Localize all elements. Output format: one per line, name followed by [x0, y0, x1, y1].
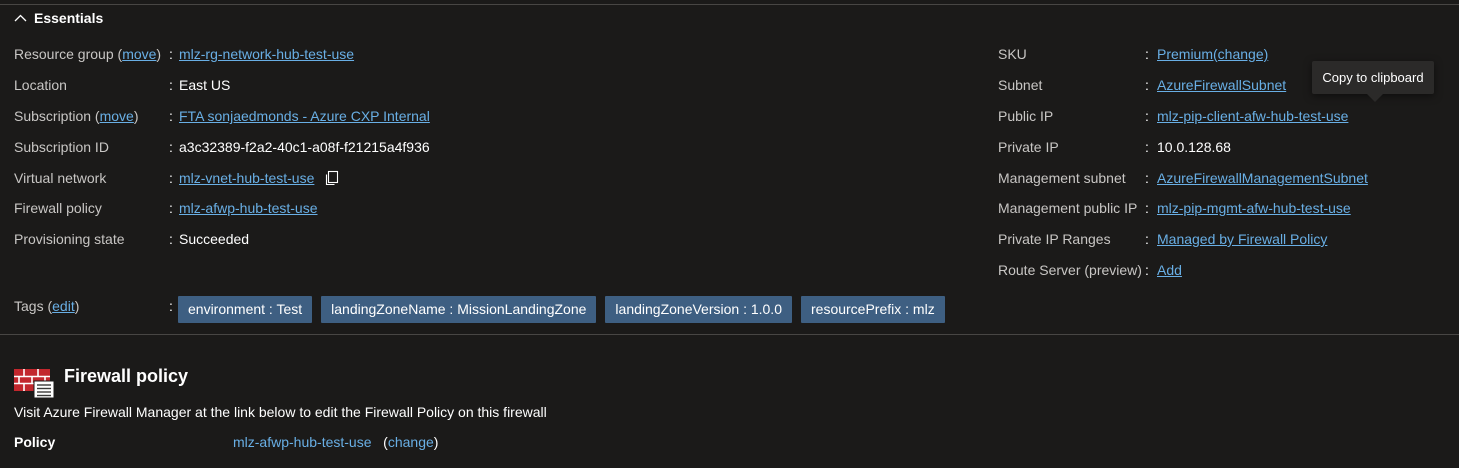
provisioning-state-value: Succeeded — [179, 231, 250, 247]
field-virtual-network: Virtual network — [14, 170, 107, 186]
policy-value: mlz-afwp-hub-test-use (change) — [233, 434, 439, 450]
firewall-icon — [14, 369, 55, 399]
tag-chip[interactable]: landingZoneName : MissionLandingZone — [321, 296, 597, 323]
resource-group-link[interactable]: mlz-rg-network-hub-test-use — [179, 44, 354, 64]
management-public-ip-link[interactable]: mlz-pip-mgmt-afw-hub-test-use — [1157, 198, 1351, 218]
tag-chip[interactable]: landingZoneVersion : 1.0.0 — [605, 296, 792, 323]
move-resource-group-link[interactable]: move — [122, 46, 156, 62]
policy-link[interactable]: mlz-afwp-hub-test-use — [233, 434, 372, 450]
public-ip-label: Public IP — [998, 108, 1054, 124]
essentials-title: Essentials — [34, 10, 104, 26]
management-subnet-link[interactable]: AzureFirewallManagementSubnet — [1157, 168, 1368, 188]
tags-list: environment : Test landingZoneName : Mis… — [178, 296, 945, 323]
change-policy-link[interactable]: change — [388, 434, 434, 450]
field-subscription-id: Subscription ID — [14, 139, 109, 155]
firewall-policy-description: Visit Azure Firewall Manager at the link… — [14, 404, 547, 420]
tag-chip[interactable]: resourcePrefix : mlz — [801, 296, 945, 323]
policy-label: Policy — [14, 434, 56, 450]
firewall-policy-heading: Firewall policy — [64, 366, 189, 386]
subnet-label: Subnet — [998, 77, 1043, 93]
subscription-link[interactable]: FTA sonjaedmonds - Azure CXP Internal — [179, 106, 430, 126]
management-subnet-label: Management subnet — [998, 170, 1126, 186]
public-ip-link[interactable]: mlz-pip-client-afw-hub-test-use — [1157, 106, 1348, 126]
field-resource-group: Resource group (move) — [14, 44, 161, 64]
field-subscription: Subscription (move) — [14, 106, 139, 126]
chevron-up-icon — [14, 14, 27, 21]
copy-icon[interactable] — [324, 170, 340, 186]
edit-tags-link[interactable]: edit — [52, 298, 75, 314]
subnet-link[interactable]: AzureFirewallSubnet — [1157, 75, 1286, 95]
firewall-policy-link[interactable]: mlz-afwp-hub-test-use — [179, 198, 318, 218]
field-label: Resource group (move) — [14, 46, 162, 62]
top-divider — [0, 4, 1459, 5]
field-location: Location — [14, 77, 67, 93]
subscription-id-value: a3c32389-f2a2-40c1-a08f-f21215a4f936 — [179, 139, 430, 155]
private-ip-label: Private IP — [998, 139, 1059, 155]
field-provisioning-state: Provisioning state — [14, 231, 125, 247]
management-public-ip-label: Management public IP — [998, 200, 1138, 216]
essentials-page: Essentials Resource group (move) : mlz-r… — [0, 0, 1459, 468]
private-ip-ranges-link[interactable]: Managed by Firewall Policy — [1157, 229, 1327, 249]
tag-chip[interactable]: environment : Test — [178, 296, 313, 323]
move-subscription-link[interactable]: move — [100, 108, 134, 124]
field-label: Subscription (move) — [14, 108, 139, 124]
field-tags: Tags (edit) — [14, 298, 80, 314]
virtual-network-link[interactable]: mlz-vnet-hub-test-use — [179, 170, 314, 186]
section-divider — [0, 334, 1459, 335]
copy-tooltip: Copy to clipboard — [1312, 61, 1434, 94]
tooltip-beak — [1367, 94, 1383, 102]
route-server-label: Route Server (preview) — [998, 262, 1142, 278]
sku-change-link[interactable]: Premium(change) — [1157, 44, 1268, 64]
essentials-toggle[interactable]: Essentials — [14, 10, 103, 26]
private-ip-ranges-label: Private IP Ranges — [998, 231, 1111, 247]
field-firewall-policy: Firewall policy — [14, 200, 102, 216]
sku-label: SKU — [998, 46, 1027, 62]
route-server-add-link[interactable]: Add — [1157, 260, 1182, 280]
location-value: East US — [179, 77, 231, 93]
private-ip-value: 10.0.128.68 — [1157, 139, 1231, 155]
